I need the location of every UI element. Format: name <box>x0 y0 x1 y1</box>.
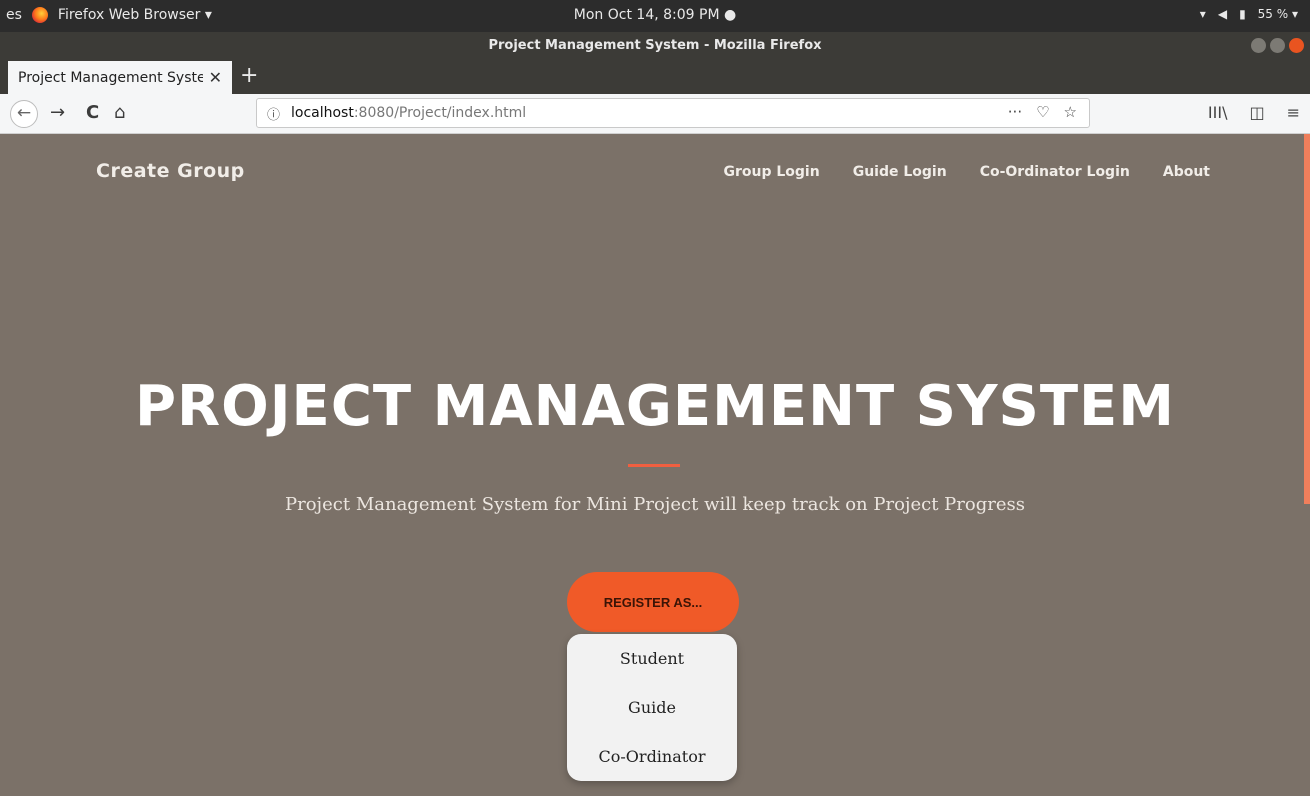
hero-subtitle: Project Management System for Mini Proje… <box>285 494 1025 515</box>
url-bar[interactable]: ⓘ localhost:8080/Project/index.html ··· … <box>256 98 1090 128</box>
url-host: localhost <box>291 105 354 121</box>
tab-project-management[interactable]: Project Management Syster ✕ <box>8 61 232 94</box>
site-info-icon[interactable]: ⓘ <box>267 104 280 123</box>
close-window-button[interactable] <box>1289 38 1304 53</box>
window-titlebar: Project Management System - Mozilla Fire… <box>0 32 1310 59</box>
volume-icon: ◀ <box>1217 7 1228 21</box>
page-scrollbar[interactable] <box>1304 134 1310 504</box>
url-text[interactable]: localhost:8080/Project/index.html <box>291 105 526 121</box>
hero-title: PROJECT MANAGEMENT SYSTEM <box>134 374 1176 439</box>
hamburger-menu-icon[interactable]: ≡ <box>1287 103 1300 122</box>
nav-coordinator-login[interactable]: Co-Ordinator Login <box>980 164 1130 180</box>
brand-link[interactable]: Create Group <box>96 160 245 182</box>
maximize-button[interactable] <box>1270 38 1285 53</box>
register-as-button[interactable]: REGISTER AS... <box>567 572 739 632</box>
wifi-icon: ▾ <box>1199 7 1206 21</box>
new-tab-button[interactable]: + <box>240 63 258 88</box>
register-dropdown: Student Guide Co-Ordinator <box>567 634 737 781</box>
system-top-bar: es Firefox Web Browser ▾ Mon Oct 14, 8:0… <box>0 0 1310 32</box>
close-tab-icon[interactable]: ✕ <box>209 68 222 87</box>
minimize-button[interactable] <box>1251 38 1266 53</box>
battery-icon: ▮ <box>1239 7 1246 21</box>
pocket-icon[interactable]: ♡ <box>1036 103 1049 121</box>
clock[interactable]: Mon Oct 14, 8:09 PM ● <box>0 7 1310 23</box>
sidebar-icon[interactable]: ◫ <box>1249 103 1264 122</box>
tab-title: Project Management Syster <box>18 69 203 86</box>
nav-guide-login[interactable]: Guide Login <box>853 164 947 180</box>
back-button[interactable]: ← <box>10 100 38 128</box>
reload-button[interactable]: C <box>86 102 99 123</box>
page-actions-icon[interactable]: ··· <box>1008 103 1022 121</box>
forward-button[interactable]: → <box>50 102 65 123</box>
battery-status[interactable]: 55 % ▾ <box>1258 7 1298 21</box>
library-icon[interactable]: III\ <box>1208 103 1228 122</box>
title-divider <box>628 464 680 467</box>
nav-about[interactable]: About <box>1163 164 1210 180</box>
dropdown-item-guide[interactable]: Guide <box>567 683 737 732</box>
nav-group-login[interactable]: Group Login <box>724 164 820 180</box>
tab-strip: Project Management Syster ✕ + <box>0 59 1310 94</box>
window-title: Project Management System - Mozilla Fire… <box>488 38 822 53</box>
navigation-bar: ← → C ⌂ ⓘ localhost:8080/Project/index.h… <box>0 94 1310 134</box>
bookmark-star-icon[interactable]: ☆ <box>1064 103 1077 121</box>
page-content: Create Group Group Login Guide Login Co-… <box>0 134 1310 796</box>
top-nav-menu: Group Login Guide Login Co-Ordinator Log… <box>724 164 1211 180</box>
home-button[interactable]: ⌂ <box>114 102 125 123</box>
url-path: :8080/Project/index.html <box>353 105 527 121</box>
dropdown-item-coordinator[interactable]: Co-Ordinator <box>567 732 737 781</box>
dropdown-item-student[interactable]: Student <box>567 634 737 683</box>
